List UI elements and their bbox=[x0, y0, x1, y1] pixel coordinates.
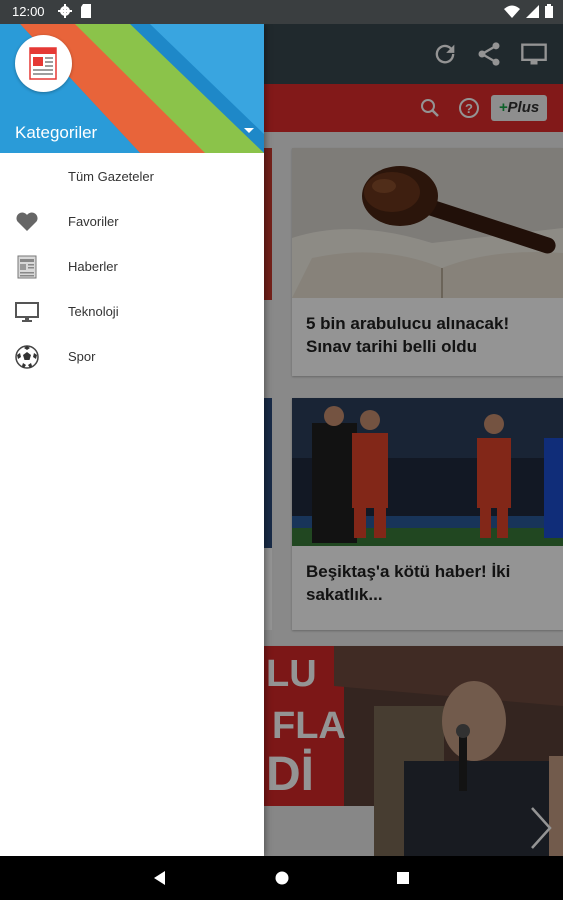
status-time: 12:00 bbox=[12, 4, 45, 19]
drawer-header: Kategoriler bbox=[0, 24, 264, 153]
monitor-icon bbox=[15, 302, 39, 322]
wifi-icon bbox=[504, 5, 520, 18]
drawer-item-label: Haberler bbox=[68, 259, 118, 274]
soccer-ball-icon bbox=[15, 345, 39, 369]
drawer-header-label: Kategoriler bbox=[15, 123, 98, 142]
cell-signal-icon bbox=[526, 4, 539, 18]
status-bar: 12:00 bbox=[0, 0, 563, 24]
drawer-item-news[interactable]: Haberler bbox=[0, 245, 264, 290]
settings-icon bbox=[58, 4, 72, 18]
newspaper-icon bbox=[17, 255, 37, 279]
recents-icon[interactable] bbox=[393, 868, 413, 888]
navigation-drawer: Kategoriler Tüm Gazeteler Favoriler Habe… bbox=[0, 24, 264, 856]
app-logo bbox=[15, 35, 72, 92]
drawer-item-label: Spor bbox=[68, 349, 96, 364]
drawer-item-label: Favoriler bbox=[68, 214, 119, 229]
drawer-item-sports[interactable]: Spor bbox=[0, 335, 264, 380]
dropdown-caret-icon[interactable] bbox=[244, 128, 254, 133]
drawer-item-favorites[interactable]: Favoriler bbox=[0, 200, 264, 245]
drawer-item-technology[interactable]: Teknoloji bbox=[0, 290, 264, 335]
newspaper-logo-icon bbox=[29, 47, 57, 80]
back-icon[interactable] bbox=[150, 868, 170, 888]
app-content: ? +Plus 5 bin arabulucu alınacak! Sınav … bbox=[0, 24, 563, 856]
sd-card-icon bbox=[81, 4, 91, 18]
system-nav-bar bbox=[0, 856, 563, 900]
heart-icon bbox=[16, 212, 38, 231]
drawer-item-all-newspapers[interactable]: Tüm Gazeteler bbox=[0, 155, 264, 200]
drawer-item-label: Tüm Gazeteler bbox=[68, 169, 154, 184]
battery-icon bbox=[545, 4, 553, 18]
drawer-item-label: Teknoloji bbox=[68, 304, 119, 319]
home-icon[interactable] bbox=[272, 868, 292, 888]
